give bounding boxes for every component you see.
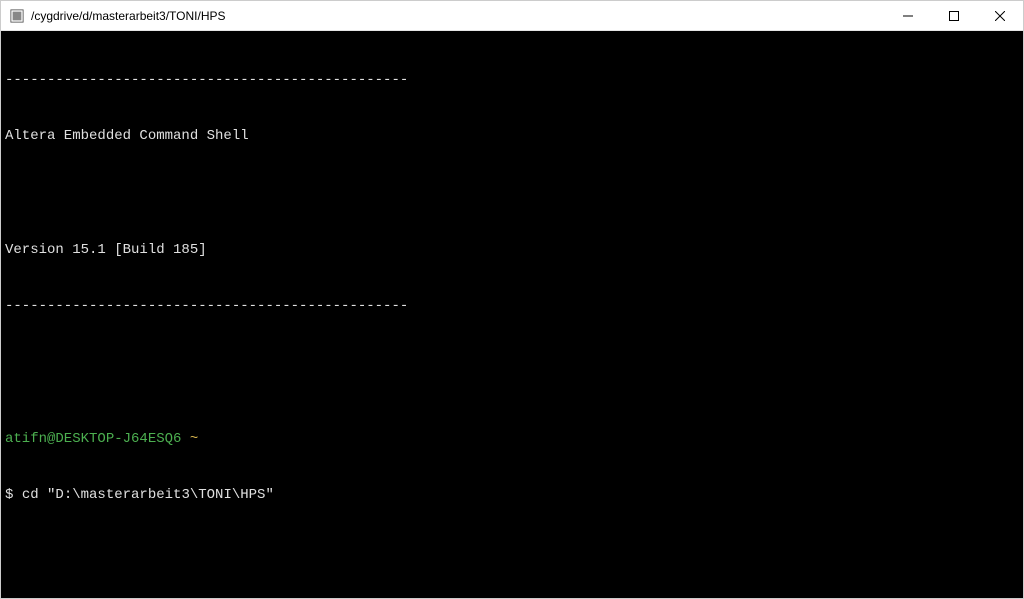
window-title: /cygdrive/d/masterarbeit3/TONI/HPS (31, 9, 226, 23)
divider-line: ----------------------------------------… (5, 297, 1019, 316)
blank-line (5, 184, 1019, 203)
window-controls (885, 1, 1023, 30)
cmd-cd: cd "D:\masterarbeit3\TONI\HPS" (22, 487, 274, 503)
divider-line: ----------------------------------------… (5, 71, 1019, 90)
minimize-button[interactable] (885, 1, 931, 30)
maximize-button[interactable] (931, 1, 977, 30)
terminal-body[interactable]: ----------------------------------------… (1, 31, 1023, 598)
cwd-home: ~ (190, 431, 198, 447)
prompt-char: $ (5, 487, 13, 503)
maximize-icon (949, 11, 959, 21)
command-line: $ cd "D:\masterarbeit3\TONI\HPS" (5, 486, 1019, 505)
titlebar[interactable]: /cygdrive/d/masterarbeit3/TONI/HPS (1, 1, 1023, 31)
banner-line: Altera Embedded Command Shell (5, 127, 1019, 146)
blank-line (5, 543, 1019, 562)
close-button[interactable] (977, 1, 1023, 30)
minimize-icon (903, 11, 913, 21)
prompt-line: atifn@DESKTOP-J64ESQ6 ~ (5, 430, 1019, 449)
terminal-window: /cygdrive/d/masterarbeit3/TONI/HPS -----… (0, 0, 1024, 599)
version-line: Version 15.1 [Build 185] (5, 241, 1019, 260)
close-icon (995, 11, 1005, 21)
app-icon (9, 8, 25, 24)
user-host: atifn@DESKTOP-J64ESQ6 (5, 431, 181, 447)
blank-line (5, 354, 1019, 373)
